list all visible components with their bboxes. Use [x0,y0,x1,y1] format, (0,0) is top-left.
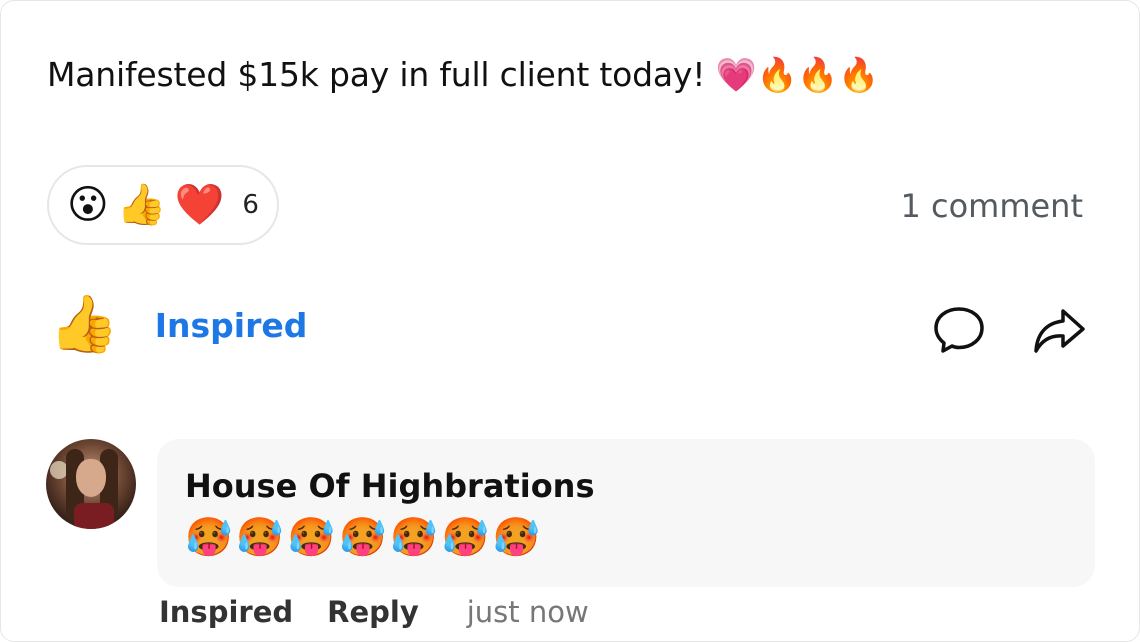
avatar[interactable] [46,439,136,529]
share-button[interactable] [1029,299,1089,359]
comment-author[interactable]: House Of Highbrations [185,467,595,505]
like-reaction-icon: 👍 [116,182,167,228]
thumbs-up-icon: 👍 [49,292,119,357]
comment-count-link[interactable]: 1 comment [900,187,1083,225]
comment-button[interactable] [929,299,989,359]
comment-bubble: House Of Highbrations 🥵🥵🥵🥵🥵🥵🥵 [157,439,1095,587]
reaction-count: 6 [242,190,259,220]
reactions-summary[interactable]: 😮 👍 ❤️ 6 [47,165,279,245]
post-text: Manifested $15k pay in full client today… [47,55,880,94]
wow-reaction-icon: 😮 [67,182,109,228]
comment-text: 🥵🥵🥵🥵🥵🥵🥵 [185,515,545,559]
comment-inspired-button[interactable]: Inspired [159,595,293,629]
comment-icon [934,307,984,353]
comment-reply-button[interactable]: Reply [327,595,419,629]
reaction-label: Inspired [154,305,308,345]
react-button[interactable]: 👍 Inspired [49,297,307,353]
post-card: Manifested $15k pay in full client today… [0,0,1140,642]
share-icon [1034,309,1085,353]
love-reaction-icon: ❤️ [174,182,225,228]
comment-timestamp: just now [466,595,589,629]
comment-actions: Inspired Reply just now [159,595,589,629]
